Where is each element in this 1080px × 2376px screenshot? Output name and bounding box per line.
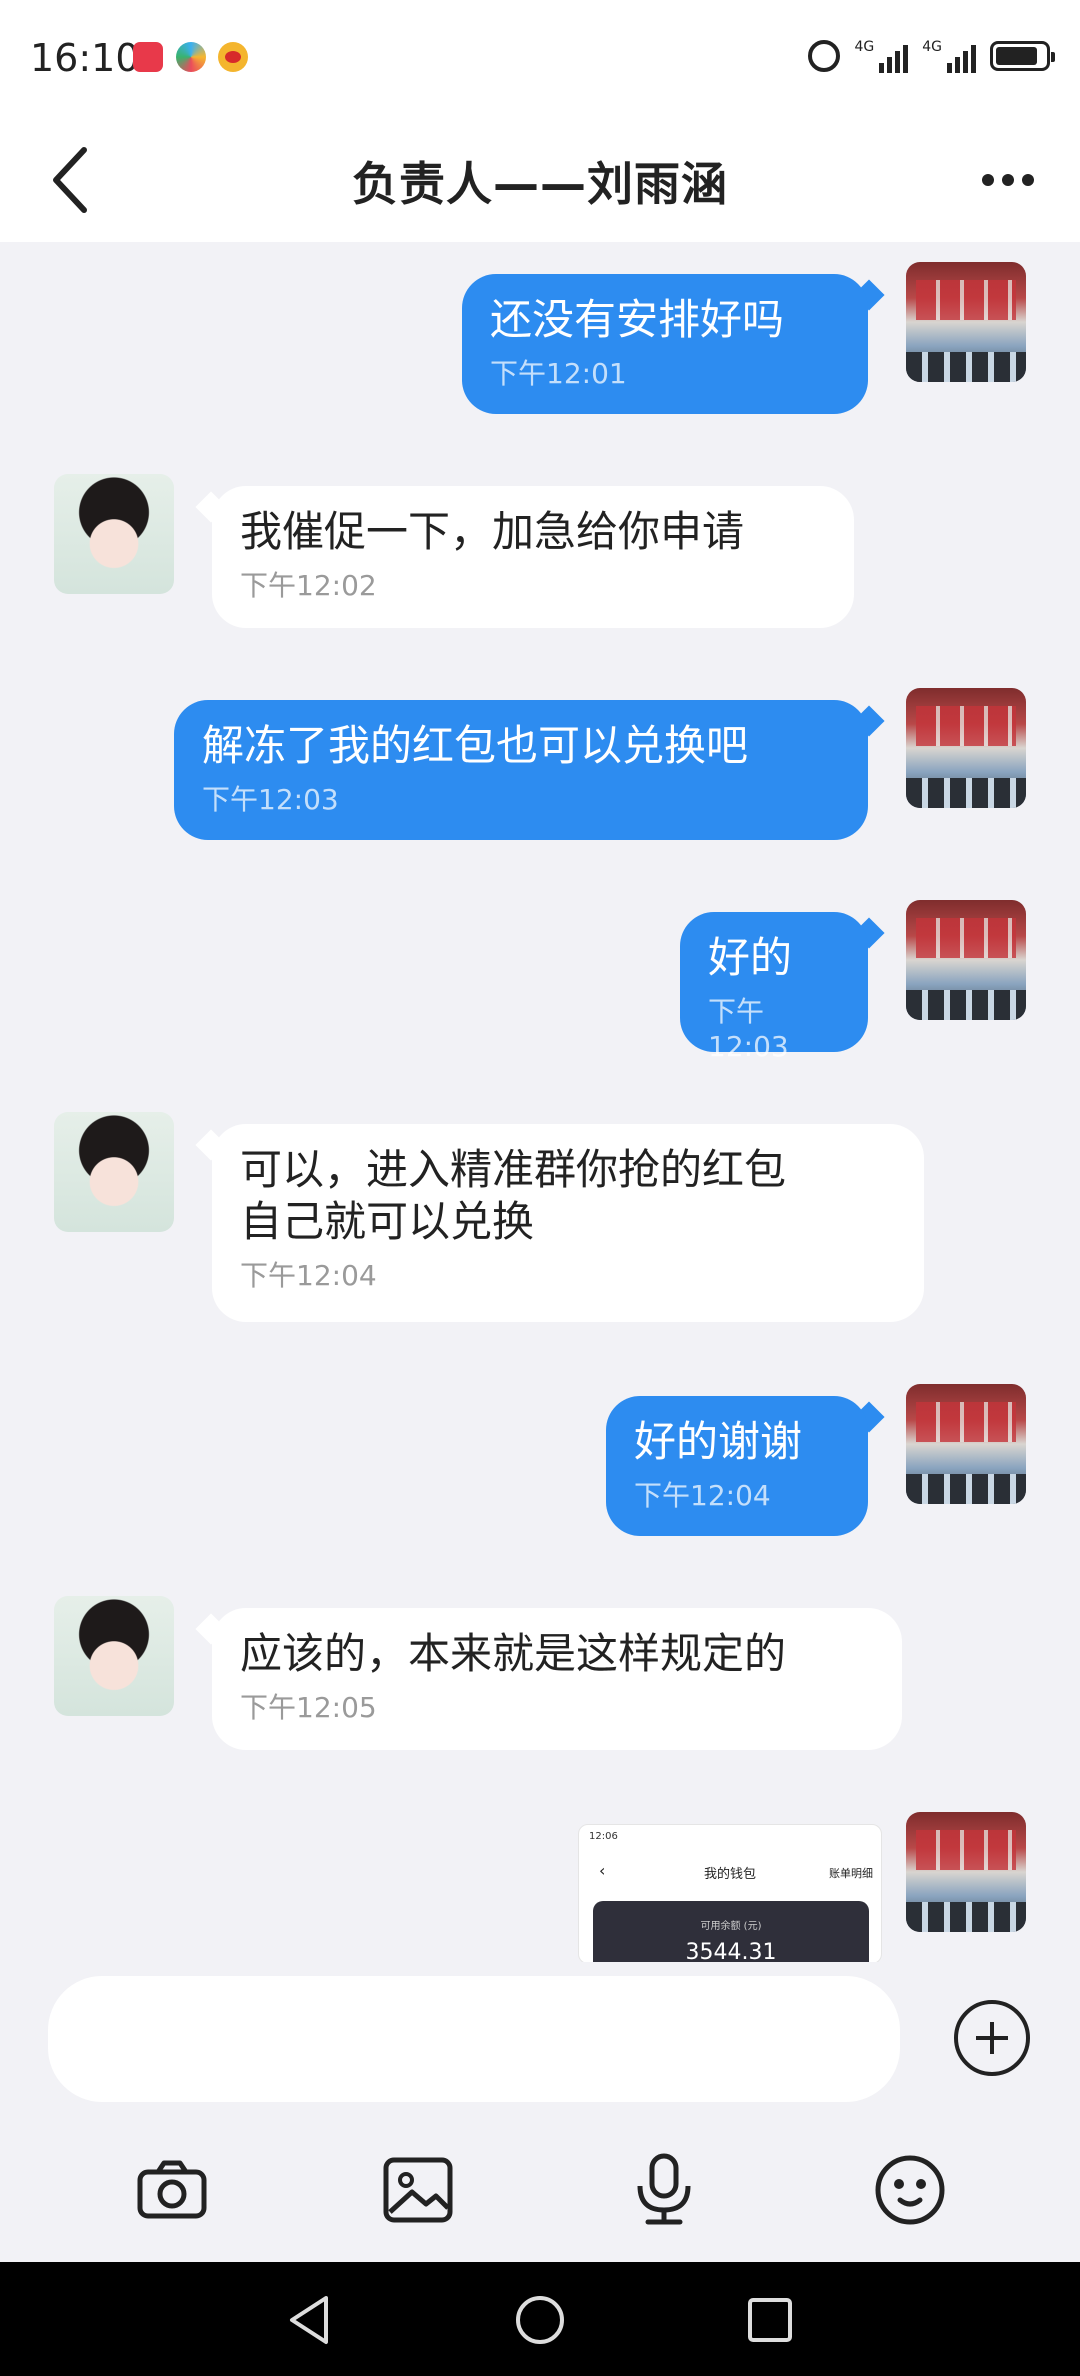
circle-home-icon bbox=[516, 2296, 564, 2344]
app-notification-icon bbox=[133, 42, 163, 72]
chat-list[interactable]: 还没有安排好吗 下午12:01 我催促一下，加急给你申请 下午12:02 解冻了… bbox=[0, 242, 1080, 1962]
contact-avatar[interactable] bbox=[54, 1596, 174, 1716]
message-bubble-sent[interactable]: 还没有安排好吗 下午12:01 bbox=[462, 274, 868, 414]
battery-level bbox=[996, 47, 1037, 65]
weibo-notification-icon bbox=[218, 42, 248, 72]
message-text: 可以，进入精准群你抢的红包 自己就可以兑换 bbox=[240, 1145, 787, 1246]
message-time: 下午12:05 bbox=[240, 1691, 377, 1724]
battery-icon bbox=[990, 41, 1055, 71]
add-button[interactable] bbox=[954, 2000, 1030, 2076]
message-time: 下午12:03 bbox=[708, 995, 789, 1063]
image-icon bbox=[383, 2157, 453, 2223]
my-avatar[interactable] bbox=[906, 688, 1026, 808]
message-bubble-sent[interactable]: 好的 下午12:03 bbox=[680, 912, 868, 1063]
message-bubble-sent[interactable]: 解冻了我的红包也可以兑换吧 下午12:03 bbox=[174, 700, 868, 840]
message-text: 应该的，本来就是这样规定的 bbox=[240, 1629, 787, 1678]
gallery-button[interactable] bbox=[380, 2152, 456, 2228]
status-icons: 4G 4G bbox=[808, 34, 1055, 78]
message-text: 好的谢谢 bbox=[634, 1417, 803, 1466]
emoji-icon bbox=[875, 2155, 945, 2225]
message-time: 下午12:03 bbox=[202, 783, 339, 816]
my-avatar[interactable] bbox=[906, 900, 1026, 1020]
camera-icon bbox=[137, 2160, 207, 2219]
balance-label: 可用余额 (元) bbox=[700, 1921, 762, 1932]
message-text: 还没有安排好吗 bbox=[490, 295, 785, 344]
app-notification-icon bbox=[176, 42, 206, 72]
emoji-button[interactable] bbox=[872, 2152, 948, 2228]
nav-recents-button[interactable] bbox=[742, 2292, 798, 2348]
triangle-back-icon bbox=[290, 2296, 328, 2344]
message-input[interactable] bbox=[48, 1976, 900, 2102]
system-navigation-bar bbox=[0, 2262, 1080, 2376]
status-time: 16:10 bbox=[30, 36, 140, 80]
my-avatar[interactable] bbox=[906, 1384, 1026, 1504]
more-icon bbox=[982, 174, 994, 186]
balance-amount: 3544.31 bbox=[685, 1940, 777, 1962]
message-bubble-received[interactable]: 应该的，本来就是这样规定的 下午12:05 bbox=[212, 1608, 902, 1750]
chat-header: 负责人——刘雨涵 bbox=[0, 118, 1080, 242]
input-area bbox=[0, 1962, 1080, 2262]
my-avatar[interactable] bbox=[906, 262, 1026, 382]
nav-back-button[interactable] bbox=[282, 2292, 338, 2348]
message-bubble-received[interactable]: 可以，进入精准群你抢的红包 自己就可以兑换 下午12:04 bbox=[212, 1124, 924, 1322]
screenshot-status-time: 12:06 bbox=[589, 1831, 618, 1842]
message-bubble-sent[interactable]: 好的谢谢 下午12:04 bbox=[606, 1396, 868, 1536]
image-message[interactable]: 12:06 ‹ 我的钱包 账单明细 可用余额 (元) 3544.31 bbox=[578, 1824, 882, 1962]
square-recents-icon bbox=[748, 2298, 792, 2342]
screenshot-link: 账单明细 bbox=[829, 1867, 873, 1880]
signal-label: 4G bbox=[854, 39, 875, 55]
signal-icon: 4G bbox=[922, 39, 976, 73]
my-avatar[interactable] bbox=[906, 1812, 1026, 1932]
alarm-icon bbox=[808, 40, 841, 72]
microphone-icon bbox=[637, 2153, 691, 2225]
message-bubble-received[interactable]: 我催促一下，加急给你申请 下午12:02 bbox=[212, 486, 854, 628]
wallet-card: 可用余额 (元) 3544.31 bbox=[593, 1901, 869, 1962]
signal-label: 4G bbox=[922, 39, 942, 55]
message-text: 解冻了我的红包也可以兑换吧 bbox=[202, 721, 749, 770]
contact-avatar[interactable] bbox=[54, 1112, 174, 1232]
contact-avatar[interactable] bbox=[54, 474, 174, 594]
voice-button[interactable] bbox=[626, 2152, 702, 2228]
message-time: 下午12:04 bbox=[634, 1479, 771, 1512]
camera-button[interactable] bbox=[134, 2152, 210, 2228]
message-text: 好的 bbox=[708, 933, 793, 982]
nav-home-button[interactable] bbox=[512, 2292, 568, 2348]
message-time: 下午12:01 bbox=[490, 357, 627, 390]
signal-icon: 4G bbox=[854, 39, 909, 73]
status-bar: 16:10 4G 4G bbox=[0, 0, 1080, 118]
message-time: 下午12:02 bbox=[240, 569, 377, 602]
more-options-button[interactable] bbox=[968, 158, 1048, 202]
message-time: 下午12:04 bbox=[240, 1259, 377, 1292]
page-title: 负责人——刘雨涵 bbox=[352, 157, 728, 211]
message-text: 我催促一下，加急给你申请 bbox=[240, 507, 745, 556]
